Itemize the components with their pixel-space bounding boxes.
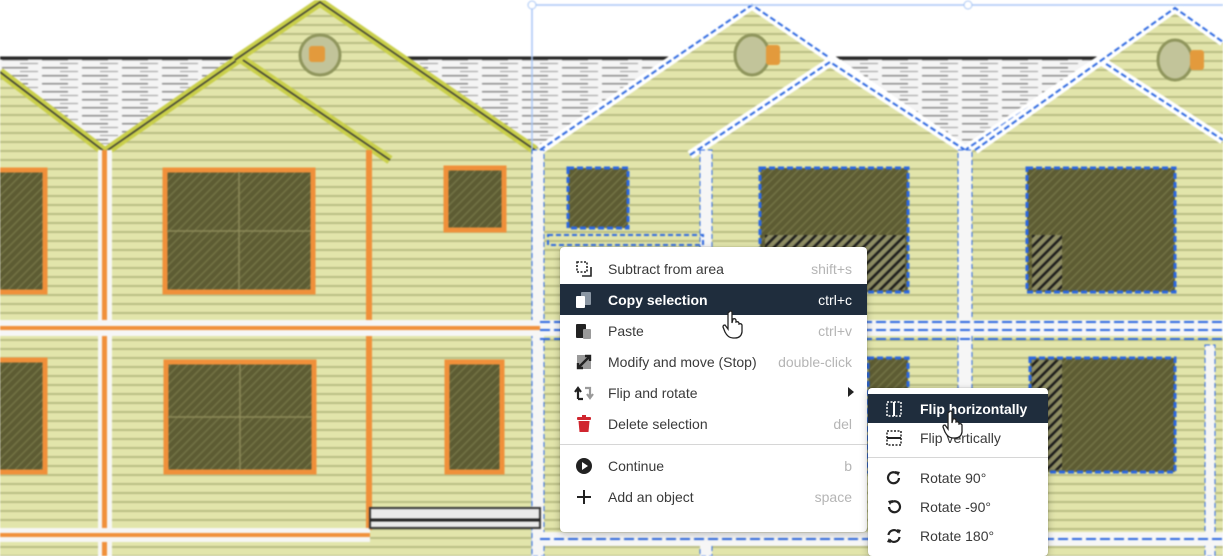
menu-item-shortcut: ctrl+v [818, 322, 852, 339]
submenu-item-rotate-90[interactable]: Rotate 90° [868, 463, 1048, 492]
subtract-area-icon [560, 260, 608, 277]
submenu-item-label: Rotate -90° [920, 498, 991, 515]
plus-icon [560, 489, 608, 505]
trash-icon [560, 414, 608, 433]
rotate-cw-icon [868, 470, 920, 486]
menu-item-label: Flip and rotate [608, 384, 698, 401]
menu-item-copy-selection[interactable]: Copy selection ctrl+c [560, 284, 867, 315]
menu-item-label: Continue [608, 457, 665, 474]
menu-item-shortcut: space [814, 488, 852, 505]
menu-item-add-object[interactable]: Add an object space [560, 481, 867, 512]
menu-item-subtract-from-area[interactable]: Subtract from area shift+s [560, 253, 867, 284]
menu-item-flip-and-rotate[interactable]: Flip and rotate [560, 377, 867, 408]
submenu-item-label: Flip horizontally [920, 400, 1028, 417]
menu-item-label: Subtract from area [608, 260, 724, 277]
menu-separator [560, 444, 867, 445]
paste-icon [560, 322, 608, 340]
menu-item-label: Modify and move (Stop) [608, 353, 757, 370]
copy-icon [560, 291, 608, 309]
submenu-item-flip-horizontally[interactable]: Flip horizontally [868, 394, 1048, 423]
menu-item-modify-and-move[interactable]: Modify and move (Stop) double-click [560, 346, 867, 377]
flip-horizontal-icon [868, 400, 920, 417]
menu-item-delete-selection[interactable]: Delete selection del [560, 408, 867, 439]
submenu-item-rotate-minus-90[interactable]: Rotate -90° [868, 492, 1048, 521]
flip-rotate-icon [560, 385, 608, 401]
menu-item-shortcut: ctrl+c [818, 291, 852, 308]
flip-vertical-icon [868, 429, 920, 446]
menu-item-label: Paste [608, 322, 644, 339]
move-resize-icon [560, 354, 608, 370]
menu-item-shortcut: del [833, 415, 852, 432]
submenu-item-rotate-180[interactable]: Rotate 180° [868, 521, 1048, 550]
submenu-item-label: Rotate 180° [920, 527, 995, 544]
menu-item-shortcut: shift+s [811, 260, 852, 277]
play-circle-icon [560, 457, 608, 475]
submenu-arrow-icon [848, 387, 854, 397]
menu-item-label: Delete selection [608, 415, 708, 432]
menu-item-shortcut: b [844, 457, 852, 474]
rotate-ccw-icon [868, 499, 920, 515]
menu-item-shortcut: double-click [778, 353, 852, 370]
submenu-separator [868, 457, 1048, 458]
submenu-item-flip-vertically[interactable]: Flip vertically [868, 423, 1048, 452]
context-menu: Subtract from area shift+s Copy selectio… [560, 247, 867, 532]
submenu-item-label: Rotate 90° [920, 469, 987, 486]
menu-item-paste[interactable]: Paste ctrl+v [560, 315, 867, 346]
menu-item-continue[interactable]: Continue b [560, 450, 867, 481]
rotate-180-icon [868, 528, 920, 544]
menu-item-label: Add an object [608, 488, 694, 505]
submenu-item-label: Flip vertically [920, 429, 1001, 446]
flip-rotate-submenu: Flip horizontally Flip vertically Rotate… [868, 388, 1048, 556]
menu-item-label: Copy selection [608, 291, 708, 308]
